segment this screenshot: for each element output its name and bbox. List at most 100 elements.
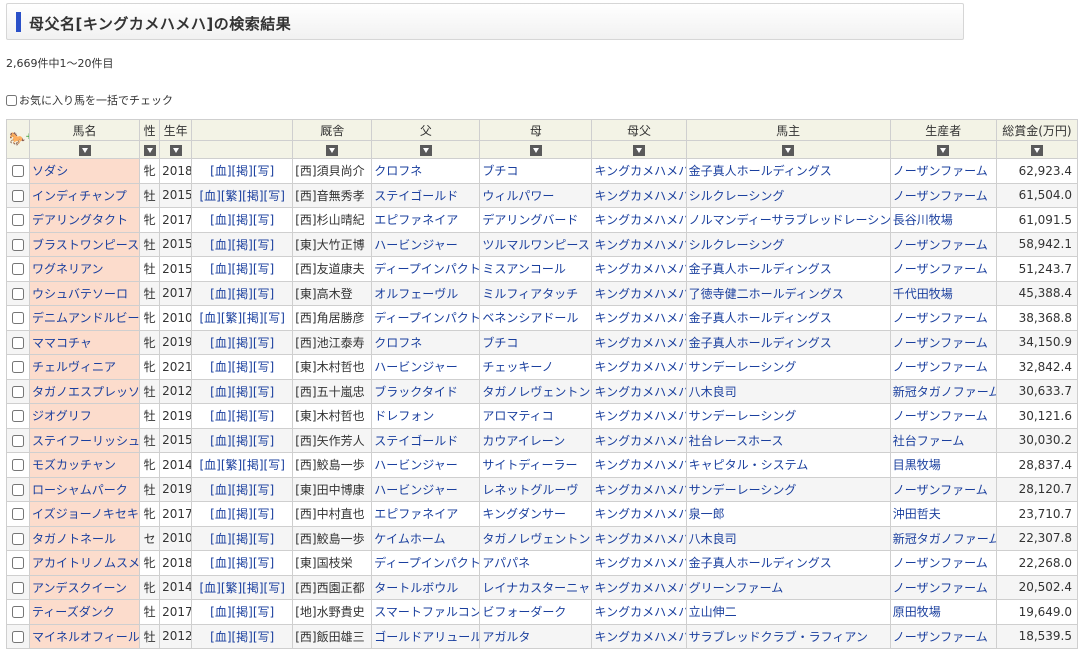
info-links[interactable]: [血][繁][掲][写] (199, 458, 284, 472)
breeder-link[interactable]: ノーザンファーム (893, 409, 988, 423)
row-checkbox[interactable] (12, 483, 24, 496)
horse-name-link[interactable]: イズジョーノキセキ (32, 507, 139, 521)
damsire-link[interactable]: キングカメハメハ (594, 164, 685, 178)
sire-link[interactable]: ケイムホーム (374, 532, 445, 546)
sire-link[interactable]: タートルボウル (374, 581, 458, 595)
sire-link[interactable]: エピファネイア (374, 507, 458, 521)
info-links[interactable]: [血][繁][掲][写] (199, 311, 284, 325)
horse-name-link[interactable]: モズカッチャン (32, 458, 116, 472)
row-checkbox[interactable] (12, 557, 24, 570)
dam-link[interactable]: タガノレヴェントン (482, 532, 590, 546)
row-checkbox[interactable] (12, 165, 24, 178)
fav-check-all[interactable]: お気に入り馬を一括でチェック (6, 92, 173, 108)
breeder-link[interactable]: ノーザンファーム (893, 262, 988, 276)
row-checkbox[interactable] (12, 336, 24, 349)
dam-link[interactable]: レネットグルーヴ (482, 483, 578, 497)
damsire-link[interactable]: キングカメハメハ (594, 262, 685, 276)
breeder-link[interactable]: 新冠タガノファーム (893, 385, 996, 399)
horse-name-link[interactable]: デアリングタクト (32, 213, 128, 227)
info-links[interactable]: [血][掲][写] (210, 287, 274, 301)
owner-link[interactable]: サンデーレーシング (689, 360, 797, 374)
sire-link[interactable]: ハービンジャー (374, 458, 457, 472)
dam-link[interactable]: ベネンシアドール (482, 311, 578, 325)
info-links[interactable]: [血][掲][写] (210, 262, 274, 276)
info-links[interactable]: [血][掲][写] (210, 238, 274, 252)
dam-link[interactable]: ウィルパワー (482, 189, 554, 203)
sort-down-icon[interactable] (78, 144, 91, 156)
info-links[interactable]: [血][掲][写] (210, 630, 274, 644)
breeder-link[interactable]: ノーザンファーム (893, 311, 988, 325)
dam-link[interactable]: キングダンサー (482, 507, 566, 521)
breeder-link[interactable]: ノーザンファーム (893, 164, 988, 178)
dam-link[interactable]: カウアイレーン (482, 434, 565, 448)
info-links[interactable]: [血][繁][掲][写] (199, 189, 284, 203)
sire-link[interactable]: ドレフォン (374, 409, 434, 423)
breeder-link[interactable]: ノーザンファーム (893, 336, 988, 350)
damsire-link[interactable]: キングカメハメハ (594, 532, 685, 546)
owner-link[interactable]: キャピタル・システム (689, 458, 809, 472)
owner-link[interactable]: サンデーレーシング (689, 483, 797, 497)
sire-link[interactable]: ステイゴールド (374, 189, 458, 203)
breeder-link[interactable]: ノーザンファーム (893, 483, 988, 497)
row-checkbox[interactable] (12, 189, 24, 202)
row-checkbox[interactable] (12, 508, 24, 521)
horse-name-link[interactable]: インディチャンプ (32, 189, 127, 203)
row-checkbox[interactable] (12, 532, 24, 545)
horse-name-link[interactable]: デニムアンドルビー (32, 311, 139, 325)
horse-name-link[interactable]: ウシュバテソーロ (32, 287, 128, 301)
row-checkbox[interactable] (12, 385, 24, 398)
owner-link[interactable]: シルクレーシング (689, 238, 785, 252)
breeder-link[interactable]: ノーザンファーム (893, 630, 988, 644)
owner-link[interactable]: グリーンファーム (689, 581, 784, 595)
damsire-link[interactable]: キングカメハメハ (594, 287, 685, 301)
owner-link[interactable]: 金子真人ホールディングス (689, 556, 832, 570)
dam-link[interactable]: ミルフィアタッチ (482, 287, 578, 301)
sort-down-icon[interactable] (419, 144, 432, 156)
horse-name-link[interactable]: ジオグリフ (32, 409, 92, 423)
sort-down-icon[interactable] (1030, 144, 1043, 156)
owner-link[interactable]: サラブレッドクラブ・ラフィアン (689, 630, 868, 644)
row-checkbox[interactable] (12, 410, 24, 423)
breeder-link[interactable]: 社台ファーム (893, 434, 965, 448)
sort-down-icon[interactable] (782, 144, 795, 156)
sort-down-icon[interactable] (143, 144, 156, 156)
horse-name-link[interactable]: ローシャムパーク (32, 483, 128, 497)
breeder-link[interactable]: 目黒牧場 (893, 458, 941, 472)
info-links[interactable]: [血][掲][写] (210, 360, 274, 374)
dam-link[interactable]: ブチコ (482, 164, 518, 178)
owner-link[interactable]: 金子真人ホールディングス (689, 262, 832, 276)
sire-link[interactable]: オルフェーヴル (374, 287, 458, 301)
info-links[interactable]: [血][掲][写] (210, 507, 274, 521)
sire-link[interactable]: エピファネイア (374, 213, 458, 227)
breeder-link[interactable]: ノーザンファーム (893, 238, 988, 252)
add-fav-header[interactable]: 🐎+ (5, 119, 31, 159)
row-checkbox[interactable] (12, 238, 24, 251)
sort-down-icon[interactable] (326, 144, 339, 156)
damsire-link[interactable]: キングカメハメハ (594, 213, 685, 227)
sire-link[interactable]: クロフネ (374, 336, 422, 350)
info-links[interactable]: [血][掲][写] (210, 409, 274, 423)
damsire-link[interactable]: キングカメハメハ (594, 581, 685, 595)
owner-link[interactable]: 八木良司 (689, 532, 737, 546)
horse-name-link[interactable]: タガノエスプレッソ (32, 385, 139, 399)
row-checkbox[interactable] (12, 630, 24, 643)
sire-link[interactable]: ディープインパクト (374, 262, 479, 276)
sire-link[interactable]: ステイゴールド (374, 434, 458, 448)
breeder-link[interactable]: 千代田牧場 (893, 287, 953, 301)
info-links[interactable]: [血][掲][写] (210, 556, 274, 570)
row-checkbox[interactable] (12, 459, 24, 472)
row-checkbox[interactable] (12, 606, 24, 619)
info-links[interactable]: [血][掲][写] (210, 434, 274, 448)
damsire-link[interactable]: キングカメハメハ (594, 556, 685, 570)
owner-link[interactable]: 社台レースホース (689, 434, 784, 448)
damsire-link[interactable]: キングカメハメハ (594, 360, 685, 374)
damsire-link[interactable]: キングカメハメハ (594, 630, 685, 644)
row-checkbox[interactable] (12, 434, 24, 447)
dam-link[interactable]: デアリングバード (482, 213, 578, 227)
dam-link[interactable]: タガノレヴェントン (482, 385, 590, 399)
info-links[interactable]: [血][掲][写] (210, 213, 274, 227)
add-horse-icon[interactable]: 🐎+ (9, 133, 29, 147)
row-checkbox[interactable] (12, 287, 24, 300)
owner-link[interactable]: 金子真人ホールディングス (689, 164, 832, 178)
owner-link[interactable]: 金子真人ホールディングス (689, 336, 832, 350)
